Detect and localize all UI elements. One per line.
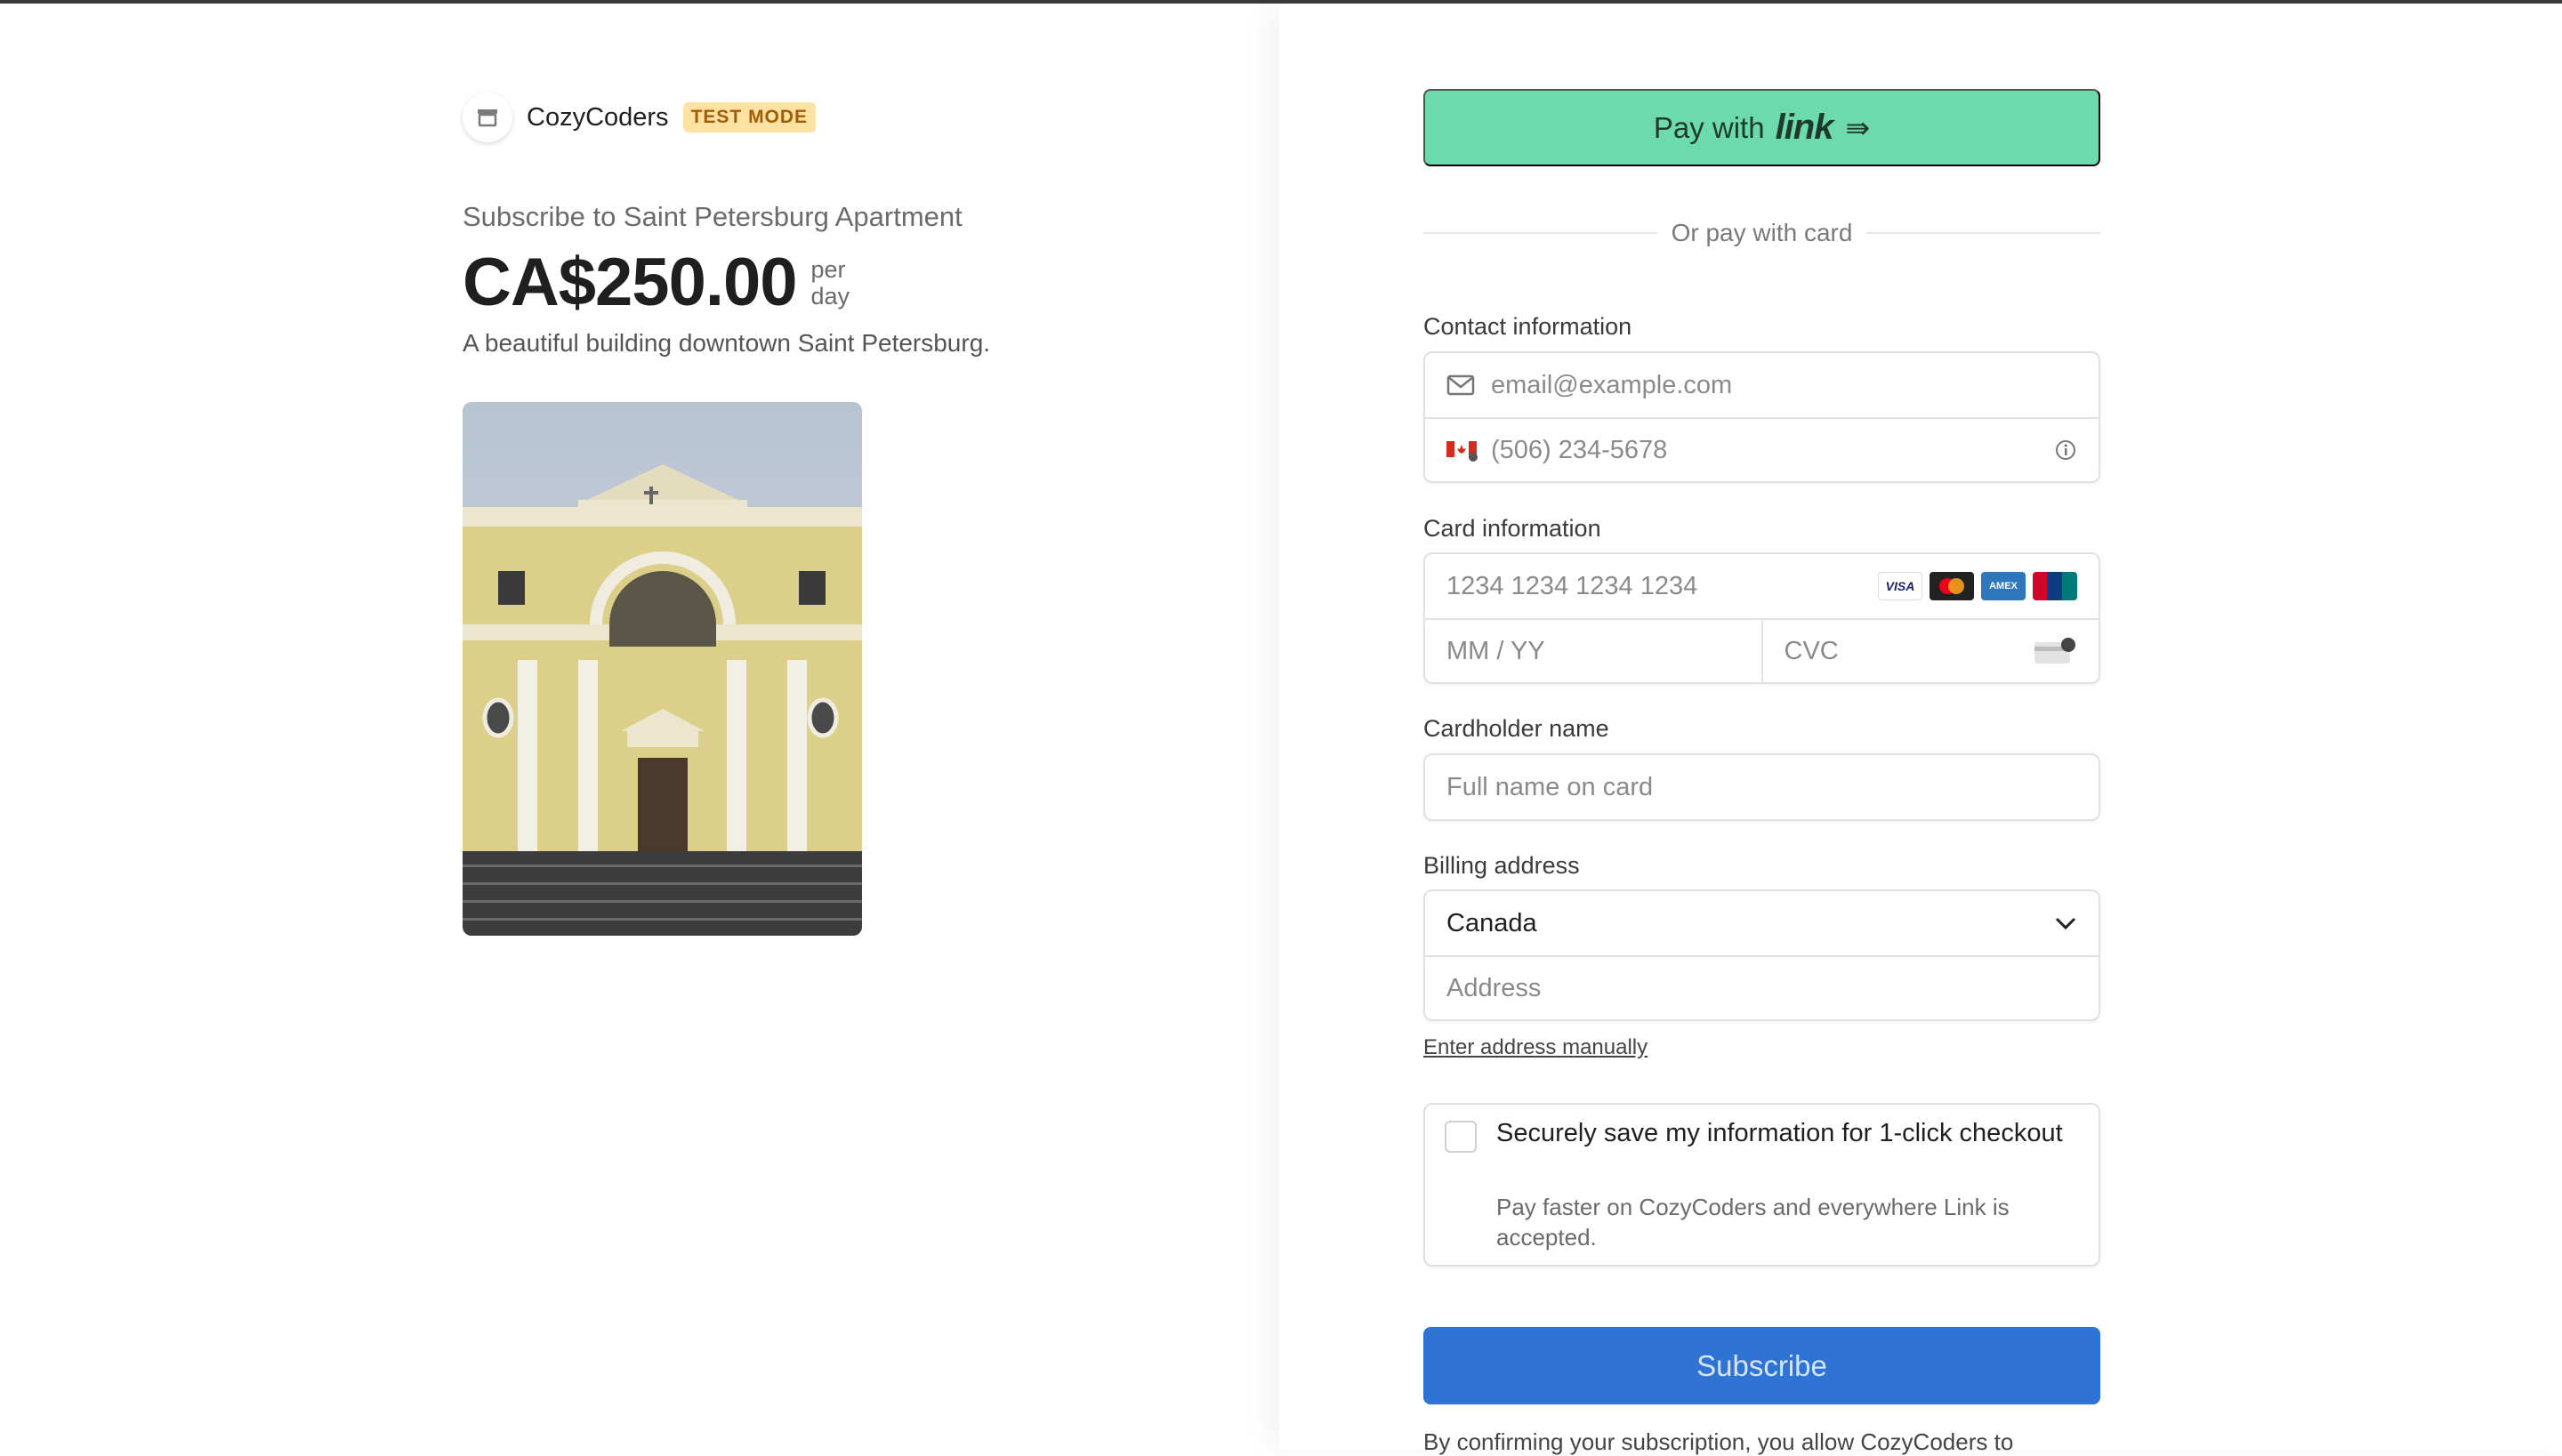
product-subtitle: Subscribe to Saint Petersburg Apartment	[463, 201, 963, 232]
cvc-card-icon	[2033, 637, 2077, 665]
pay-with-label: Pay with	[1653, 110, 1765, 144]
billing-period-line1: per	[810, 255, 846, 283]
save-info-box: Securely save my information for 1-click…	[1423, 1103, 2100, 1267]
canada-flag-icon[interactable]	[1446, 438, 1478, 463]
merchant-name: CozyCoders	[527, 102, 669, 132]
card-info-label: Card information	[1423, 515, 1601, 542]
cardholder-placeholder: Full name on card	[1446, 772, 1654, 801]
info-icon[interactable]	[2054, 438, 2077, 462]
billing-address-label: Billing address	[1423, 852, 1580, 879]
visa-icon: VISA	[1878, 572, 1922, 600]
summary-panel: CozyCoders TEST MODE Subscribe to Saint …	[0, 4, 1279, 1450]
contact-info-label: Contact information	[1423, 313, 1632, 340]
card-brands: VISA AMEX	[1878, 572, 2077, 600]
mastercard-icon	[1930, 572, 1974, 600]
expiry-field[interactable]: MM / YY	[1425, 620, 1761, 682]
phone-field[interactable]: (506) 234-5678	[1425, 417, 2099, 481]
address-placeholder: Address	[1446, 973, 1542, 1002]
mail-icon	[1446, 374, 1475, 396]
save-info-subtitle: Pay faster on CozyCoders and everywhere …	[1496, 1194, 2010, 1251]
arrow-right-icon: ⇛	[1845, 111, 1871, 144]
price-display: CA$250.00 per day	[463, 244, 850, 321]
billing-period-line2: day	[810, 282, 850, 310]
merchant-header: CozyCoders TEST MODE	[463, 93, 817, 142]
cvc-field[interactable]: CVC	[1760, 620, 2099, 682]
or-divider-text: Or pay with card	[1671, 219, 1853, 246]
store-icon	[463, 93, 512, 142]
chevron-down-icon	[2054, 916, 2077, 930]
cardholder-field[interactable]: Full name on card	[1423, 753, 2100, 821]
card-info-group: 1234 1234 1234 1234 VISA AMEX MM / YY CV…	[1423, 552, 2100, 684]
amex-icon: AMEX	[1981, 572, 2026, 600]
subscribe-button[interactable]: Subscribe	[1423, 1327, 2100, 1404]
country-select[interactable]: Canada	[1425, 891, 2099, 955]
billing-address-group: Canada Address	[1423, 889, 2100, 1021]
terms-text: By confirming your subscription, you all…	[1423, 1428, 2014, 1455]
address-field[interactable]: Address	[1425, 955, 2099, 1019]
card-number-placeholder: 1234 1234 1234 1234	[1446, 571, 1698, 600]
unionpay-icon	[2033, 572, 2077, 600]
country-value: Canada	[1446, 908, 1537, 937]
contact-info-group: email@example.com (506) 234-5678	[1423, 351, 2100, 483]
card-expiry-cvc-row: MM / YY CVC	[1425, 618, 2099, 682]
expiry-placeholder: MM / YY	[1446, 636, 1545, 665]
test-mode-badge: TEST MODE	[682, 102, 817, 133]
email-placeholder: email@example.com	[1491, 370, 1733, 399]
divider-line	[1423, 232, 1657, 234]
card-number-field[interactable]: 1234 1234 1234 1234 VISA AMEX	[1425, 554, 2099, 618]
save-info-checkbox[interactable]	[1445, 1121, 1477, 1153]
phone-placeholder: (506) 234-5678	[1491, 435, 1668, 464]
or-divider: Or pay with card	[1423, 217, 2101, 249]
divider-line	[1866, 232, 2101, 234]
cvc-placeholder: CVC	[1784, 636, 1839, 665]
pay-with-link-button[interactable]: Pay with link ⇛	[1423, 89, 2100, 166]
product-description: A beautiful building downtown Saint Pete…	[463, 329, 991, 357]
enter-address-manually-link[interactable]: Enter address manually	[1423, 1035, 1648, 1060]
billing-period: per day	[811, 256, 850, 310]
link-logo: link	[1775, 108, 1834, 147]
save-info-title: Securely save my information for 1-click…	[1496, 1119, 2063, 1147]
email-field[interactable]: email@example.com	[1425, 353, 2099, 417]
price-amount: CA$250.00	[463, 245, 797, 320]
cardholder-label: Cardholder name	[1423, 715, 1609, 742]
product-image	[463, 402, 862, 936]
